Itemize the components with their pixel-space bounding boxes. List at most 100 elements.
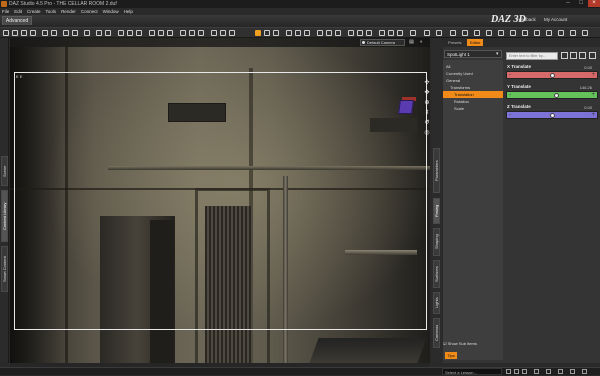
settings-icon[interactable] — [582, 30, 588, 36]
joint-editor-icon[interactable] — [158, 30, 164, 36]
decrement-icon[interactable]: - — [509, 92, 511, 98]
tab-lights[interactable]: Lights — [433, 292, 440, 314]
tool-1-icon[interactable] — [118, 30, 124, 36]
node-select-icon[interactable] — [149, 30, 155, 36]
tab-cameras[interactable]: Cameras — [433, 318, 440, 348]
primitive-icon[interactable] — [63, 30, 69, 36]
camera-create-icon[interactable] — [72, 30, 78, 36]
increment-icon[interactable]: + — [591, 92, 595, 98]
timeline-icon[interactable] — [486, 30, 492, 36]
tips-button[interactable]: Tips — [445, 352, 457, 359]
orbit-icon[interactable]: ✣ — [424, 80, 430, 86]
my-account-link[interactable]: My Account — [544, 17, 567, 22]
tool-3-icon[interactable] — [136, 30, 142, 36]
node-weight-icon[interactable] — [273, 30, 279, 36]
camera-icon[interactable] — [534, 30, 540, 36]
bank-icon[interactable]: ↺ — [424, 120, 430, 126]
lesson-next-icon[interactable] — [522, 369, 527, 374]
show-sub-items-toggle[interactable]: ☑ Show Sub Items — [443, 340, 503, 350]
view-options-icon[interactable]: ▤ — [408, 39, 415, 46]
dolly-icon[interactable]: ⇕ — [424, 110, 430, 116]
menu-edit[interactable]: Edit — [14, 8, 22, 15]
tree-item-translation[interactable]: Translation — [443, 91, 503, 98]
pan-icon[interactable]: ✥ — [424, 90, 430, 96]
info-icon[interactable] — [570, 30, 576, 36]
translate-tool-icon[interactable] — [264, 30, 270, 36]
spot-render-icon[interactable] — [198, 30, 204, 36]
tree-item-general[interactable]: General — [443, 77, 503, 84]
maximize-button[interactable]: □ — [575, 0, 587, 7]
light-create-icon[interactable] — [84, 30, 90, 36]
tree-item-scale[interactable]: Scale — [443, 105, 503, 112]
link-icon[interactable] — [570, 52, 577, 59]
feedback-link[interactable]: Feedback — [516, 17, 536, 22]
camera-dolly-icon[interactable] — [335, 30, 341, 36]
close-button[interactable]: × — [588, 0, 600, 7]
status-5-icon[interactable] — [582, 369, 587, 374]
camera-select[interactable]: Default Camera — [360, 39, 405, 46]
node-select[interactable]: SpotLight 1 — [444, 50, 502, 58]
pane-menu-icon[interactable] — [589, 52, 596, 59]
x-translate-slider[interactable]: - + — [506, 71, 598, 79]
menu-create[interactable]: Create — [27, 8, 41, 15]
geometry-edit-icon[interactable] — [180, 30, 186, 36]
save-icon[interactable] — [21, 30, 27, 36]
redo-icon[interactable] — [51, 30, 57, 36]
light-icon[interactable] — [522, 30, 528, 36]
decrement-icon[interactable]: - — [509, 112, 511, 118]
tab-presets[interactable]: Presets — [445, 39, 465, 46]
layout-icon[interactable] — [379, 30, 385, 36]
viewport-layout-icon[interactable] — [388, 30, 394, 36]
universal-tool-icon[interactable] — [255, 30, 261, 36]
menu-render[interactable]: Render — [61, 8, 76, 15]
menu-help[interactable]: Help — [124, 8, 133, 15]
tab-parameters[interactable]: Parameters — [433, 148, 440, 193]
render-settings-icon[interactable] — [105, 30, 111, 36]
tree-item-transforms[interactable]: Transforms — [443, 84, 503, 91]
zoom-icon[interactable]: ⊕ — [424, 100, 430, 106]
draw-style-select-icon[interactable]: ◐ — [418, 39, 425, 46]
tab-posing[interactable]: Posing — [433, 198, 440, 224]
slider-knob[interactable] — [550, 73, 555, 78]
frame-selection-icon[interactable]: ◎ — [424, 130, 430, 136]
menu-window[interactable]: Window — [103, 8, 119, 15]
tree-item-all[interactable]: All — [443, 63, 503, 70]
chevron-down-icon[interactable]: ▾ — [496, 51, 499, 57]
param-value[interactable]: 0.00 — [584, 105, 592, 110]
tab-editor[interactable]: Editor — [467, 39, 484, 46]
camera-pan-icon[interactable] — [326, 30, 332, 36]
status-1-icon[interactable] — [534, 369, 539, 374]
minimize-button[interactable]: – — [562, 0, 574, 7]
filter-icon[interactable] — [561, 52, 568, 59]
tree-item-currently-used[interactable]: Currently Used — [443, 70, 503, 77]
aim-icon[interactable] — [357, 30, 363, 36]
undo-icon[interactable] — [42, 30, 48, 36]
menu-connect[interactable]: Connect — [81, 8, 98, 15]
menu-tools[interactable]: Tools — [46, 8, 57, 15]
render-camera-icon[interactable] — [424, 30, 430, 36]
active-pose-icon[interactable] — [295, 30, 301, 36]
pointer-icon[interactable] — [462, 30, 468, 36]
pane-options-icon[interactable] — [579, 52, 586, 59]
lock-icon[interactable] — [450, 30, 456, 36]
scale-tool-icon[interactable] — [220, 30, 226, 36]
draw-style-icon[interactable] — [410, 30, 416, 36]
filter-input[interactable]: Enter text to filter by... — [506, 52, 558, 60]
tab-smart-content[interactable]: Smart Content — [1, 246, 8, 292]
new-scene-icon[interactable] — [3, 30, 9, 36]
transform-tool-icon[interactable] — [229, 30, 235, 36]
perspective-icon[interactable] — [366, 30, 372, 36]
aux-viewport-icon[interactable] — [397, 30, 403, 36]
increment-icon[interactable]: + — [591, 112, 595, 118]
viewport[interactable]: E E Default Camera ▤ ◐ ✣ ✥ ⊕ ⇕ ↺ ◎ — [10, 38, 430, 363]
frame-icon[interactable] — [348, 30, 354, 36]
pose-tool-icon[interactable] — [286, 30, 292, 36]
status-4-icon[interactable] — [570, 369, 575, 374]
lesson-select[interactable]: Select a Lesson... — [442, 368, 502, 375]
help-icon[interactable] — [558, 30, 564, 36]
joint-icon[interactable] — [304, 30, 310, 36]
slider-knob[interactable] — [554, 93, 560, 98]
lesson-prev-icon[interactable] — [506, 369, 511, 374]
status-3-icon[interactable] — [558, 369, 563, 374]
tab-advanced[interactable]: Advanced — [2, 16, 32, 25]
